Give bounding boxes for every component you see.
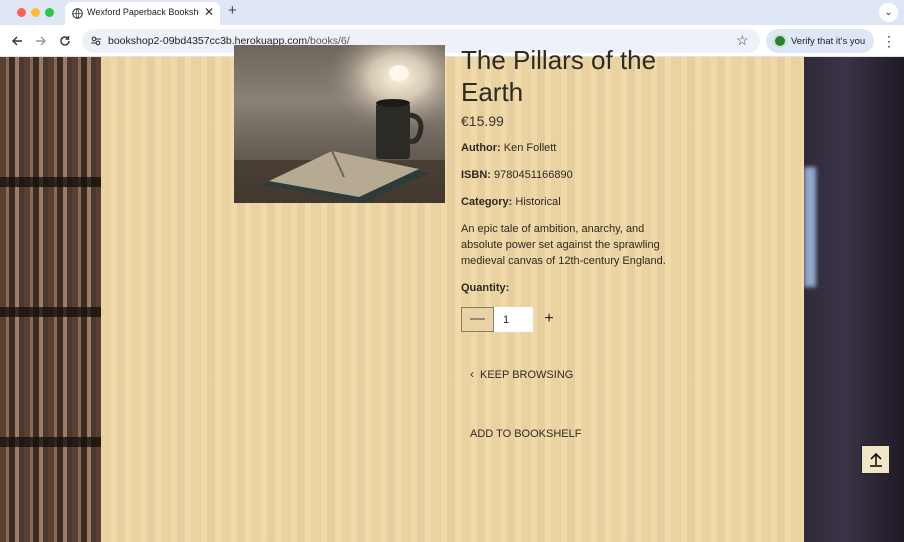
category-label: Category: (461, 196, 513, 208)
background-bookshelf-left (0, 57, 101, 542)
close-tab-icon[interactable]: ✕ (204, 5, 214, 19)
close-window-button[interactable] (17, 8, 26, 17)
author-value: Ken Follett (503, 142, 557, 154)
book-price: €15.99 (461, 113, 504, 129)
isbn-row: ISBN: 9780451166890 (461, 169, 573, 181)
profile-avatar-icon (773, 34, 787, 48)
tab-search-button[interactable]: ⌄ (879, 3, 898, 22)
arrow-up-icon (869, 452, 882, 467)
forward-button[interactable] (32, 32, 50, 50)
site-info-icon[interactable] (90, 35, 102, 47)
category-value: Historical (515, 196, 561, 208)
back-to-top-button[interactable] (861, 445, 890, 474)
content-panel (101, 57, 804, 542)
category-row: Category: Historical (461, 196, 561, 208)
new-tab-button[interactable]: + (228, 3, 237, 19)
author-row: Author: Ken Follett (461, 142, 556, 154)
back-button[interactable] (8, 32, 26, 50)
browser-toolbar: bookshop2-09bd4357cc3b.herokuapp.com/boo… (0, 25, 904, 57)
reload-icon (60, 36, 70, 46)
keep-browsing-link[interactable]: ‹ KEEP BROWSING (470, 367, 573, 381)
verify-identity-chip[interactable]: Verify that it's you (766, 29, 874, 53)
tab-title: Wexford Paperback Bookshop (87, 7, 199, 17)
more-menu-icon[interactable]: ⋮ (882, 32, 896, 50)
quantity-label: Quantity: (461, 282, 510, 294)
keep-browsing-label: KEEP BROWSING (480, 369, 574, 381)
author-label: Author: (461, 142, 501, 154)
minimize-window-button[interactable] (31, 8, 40, 17)
maximize-window-button[interactable] (45, 8, 54, 17)
increment-quantity-button[interactable]: + (539, 307, 559, 332)
decrement-quantity-button[interactable]: — (461, 307, 494, 332)
arrow-right-icon (36, 36, 46, 46)
quantity-input[interactable] (494, 307, 533, 332)
reload-button[interactable] (56, 32, 74, 50)
arrow-left-icon (12, 36, 22, 46)
isbn-label: ISBN: (461, 169, 491, 181)
book-description: An epic tale of ambition, anarchy, and a… (461, 223, 666, 267)
book-title: The Pillars of the Earth (461, 45, 657, 107)
globe-icon (72, 8, 83, 19)
page-background (0, 57, 904, 542)
isbn-value: 9780451166890 (494, 169, 573, 181)
chevron-left-icon: ‹ (470, 367, 474, 381)
book-cover-image (234, 45, 445, 203)
bookmark-star-icon[interactable]: ☆ (736, 32, 749, 49)
browser-tab-bar: Wexford Paperback Bookshop ✕ + ⌄ (0, 0, 904, 25)
add-to-bookshelf-button[interactable]: ADD TO BOOKSHELF (470, 428, 581, 440)
browser-tab-active[interactable]: Wexford Paperback Bookshop ✕ (65, 2, 220, 25)
verify-label: Verify that it's you (791, 36, 866, 47)
